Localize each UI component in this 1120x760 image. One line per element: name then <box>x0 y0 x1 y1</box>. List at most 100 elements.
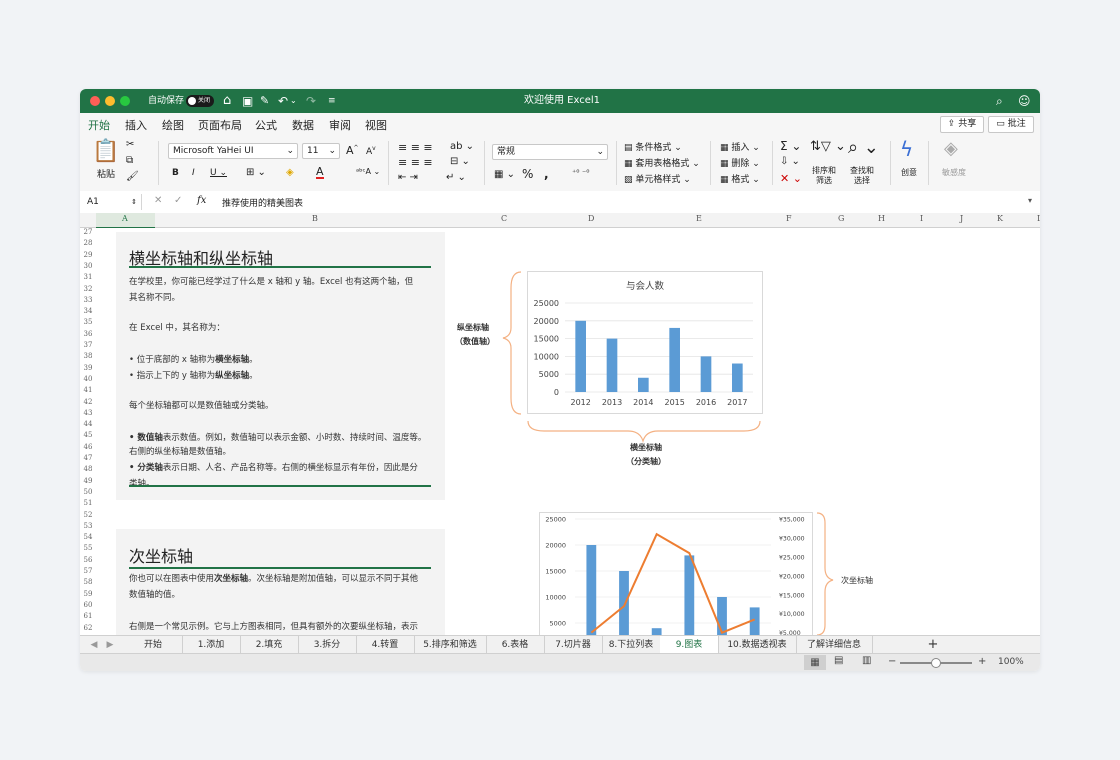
comma-icon[interactable]: , <box>544 167 549 181</box>
copy-icon[interactable]: ⧉ <box>126 155 133 166</box>
format-painter-icon[interactable]: 🖌 <box>126 171 139 182</box>
page-break-view-icon[interactable]: ▥ <box>862 655 871 666</box>
col-header[interactable]: E <box>696 214 702 223</box>
zoom-out-button[interactable]: − <box>888 656 896 667</box>
share-button[interactable]: ⇪ 共享 <box>940 116 984 133</box>
col-header[interactable]: A <box>122 214 128 223</box>
sheet-tab[interactable]: 10.数据透视表 <box>718 636 797 654</box>
font-name-select[interactable]: Microsoft YaHei UI ⌄ <box>168 143 298 159</box>
format-cells-button[interactable]: ▦ 格式 ⌄ <box>720 172 760 185</box>
secondary-axis-chart[interactable]: 500010000150002000025000¥5,000¥10,000¥15… <box>539 512 813 635</box>
col-header[interactable]: F <box>786 214 792 223</box>
tab-data[interactable]: 数据 <box>292 117 314 133</box>
align-top-icon[interactable]: ≡ ≡ ≡ <box>398 141 433 154</box>
autosave-toggle[interactable]: 关闭 <box>186 95 214 107</box>
fill-color-icon[interactable]: ◈ <box>286 167 294 178</box>
delete-cells-button[interactable]: ▦ 删除 ⌄ <box>720 156 760 169</box>
borders-icon[interactable]: ⊞ ⌄ <box>246 167 266 178</box>
col-header[interactable]: D <box>588 214 594 223</box>
zoom-window-button[interactable] <box>120 96 130 106</box>
sheet-tab[interactable]: 7.切片器 <box>544 636 603 654</box>
sheet-tab[interactable]: 1.添加 <box>182 636 241 654</box>
sort-filter-icon[interactable]: ⇅▽ ⌄ <box>810 139 846 154</box>
sheet-tab[interactable]: 2.填充 <box>240 636 299 654</box>
col-header[interactable]: K <box>997 214 1003 223</box>
tab-review[interactable]: 审阅 <box>329 117 351 133</box>
tab-formulas[interactable]: 公式 <box>255 117 277 133</box>
font-size-select[interactable]: 11 ⌄ <box>302 143 340 159</box>
wrap-text-icon[interactable]: ↵ ⌄ <box>446 172 466 183</box>
prev-sheet-icon[interactable]: ◀ <box>88 636 100 654</box>
zoom-in-button[interactable]: + <box>978 656 986 667</box>
undo-icon[interactable]: ↶ <box>278 89 288 113</box>
col-header[interactable]: L <box>1037 214 1040 223</box>
customize-toolbar-icon[interactable]: ≡ <box>328 89 336 113</box>
cut-icon[interactable]: ✂ <box>126 139 134 150</box>
col-header[interactable]: B <box>312 214 318 223</box>
sheet-tab[interactable]: 了解详细信息 <box>796 636 873 654</box>
tab-home[interactable]: 开始 <box>88 117 110 137</box>
italic-icon[interactable]: I <box>192 168 195 178</box>
name-box[interactable]: A1 ⇕ <box>84 194 142 210</box>
tab-insert[interactable]: 插入 <box>125 117 147 133</box>
decrease-font-icon[interactable]: Av <box>366 145 376 157</box>
underline-icon[interactable]: U ⌄ <box>210 168 227 178</box>
zoom-slider-thumb[interactable] <box>931 658 941 668</box>
tab-page-layout[interactable]: 页面布局 <box>198 117 242 133</box>
sheet-tab[interactable]: 6.表格 <box>486 636 545 654</box>
enter-icon[interactable]: ✓ <box>174 195 182 206</box>
ideas-icon[interactable]: ϟ <box>900 137 913 161</box>
zoom-level[interactable]: 100% <box>998 657 1024 667</box>
percent-icon[interactable]: % <box>522 167 533 181</box>
cancel-icon[interactable]: ✕ <box>154 195 162 206</box>
col-header[interactable]: J <box>960 214 963 223</box>
insert-function-icon[interactable]: fx <box>197 195 206 206</box>
font-color-icon[interactable]: A <box>316 166 324 179</box>
orientation-icon[interactable]: ab ⌄ <box>450 141 474 152</box>
next-sheet-icon[interactable]: ▶ <box>104 636 116 654</box>
conditional-format-button[interactable]: ▤ 条件格式 ⌄ <box>624 140 682 153</box>
attendance-chart[interactable]: 与会人数 0 5000 10000 15000 20000 25000 2012 2013 201… <box>527 271 763 414</box>
normal-view-icon[interactable]: ▦ <box>804 655 826 670</box>
close-window-button[interactable] <box>90 96 100 106</box>
sheet-tab[interactable]: 4.转置 <box>356 636 415 654</box>
page-layout-view-icon[interactable]: ▤ <box>834 655 843 666</box>
stepper-icon[interactable]: ⇕ <box>131 194 137 210</box>
add-sheet-button[interactable]: + <box>922 636 944 654</box>
autosum-icon[interactable]: Σ ⌄ <box>780 139 801 153</box>
merge-icon[interactable]: ⊟ ⌄ <box>450 156 470 167</box>
save-icon[interactable]: ▣ <box>242 89 253 113</box>
col-header[interactable]: H <box>878 214 885 223</box>
table-format-button[interactable]: ▦ 套用表格格式 ⌄ <box>624 156 700 169</box>
sheet-tab[interactable]: 3.拆分 <box>298 636 357 654</box>
comments-button[interactable]: ▭ 批注 <box>988 116 1034 133</box>
sensitivity-icon[interactable]: ◈ <box>944 138 958 159</box>
clear-icon[interactable]: ✕ ⌄ <box>780 172 802 185</box>
increase-font-icon[interactable]: A^ <box>346 144 359 157</box>
redo-icon[interactable]: ↷ <box>306 89 316 113</box>
col-header[interactable]: C <box>501 214 507 223</box>
col-header[interactable]: G <box>838 214 844 223</box>
sheet-tab[interactable]: 8.下拉列表 <box>602 636 661 654</box>
number-format-select[interactable]: 常规 ⌄ <box>492 144 608 160</box>
align-left-icon[interactable]: ≡ ≡ ≡ <box>398 156 433 169</box>
accounting-icon[interactable]: ▦ ⌄ <box>494 169 515 180</box>
expand-formula-icon[interactable]: ▾ <box>1028 196 1032 205</box>
phonetic-icon[interactable]: ᵃᵇᶜA ⌄ <box>356 167 380 176</box>
find-select-icon[interactable]: ⌕ ⌄ <box>848 137 879 158</box>
paste-icon[interactable]: 📋 <box>92 139 119 164</box>
undo-dropdown-icon[interactable]: ⌄ <box>290 89 297 113</box>
decimal-icon[interactable]: ⁺⁰ ⁻⁰ <box>572 168 589 177</box>
indent-icon[interactable]: ⇤ ⇥ <box>398 172 418 183</box>
bold-icon[interactable]: B <box>172 168 179 178</box>
fill-icon[interactable]: ⇩ ⌄ <box>780 156 800 167</box>
sheet-tab[interactable]: 开始 <box>124 636 183 654</box>
tab-view[interactable]: 视图 <box>365 117 387 133</box>
col-header[interactable]: I <box>920 214 923 223</box>
home-icon[interactable]: ⌂ <box>223 89 231 113</box>
search-icon[interactable]: ⌕ <box>996 89 1003 113</box>
feedback-smiley-icon[interactable]: ☺ <box>1018 89 1031 113</box>
formula-input[interactable]: 推荐使用的精美图表 <box>222 196 303 209</box>
worksheet-grid[interactable]: 27 28 29 30 31 32 33 34 35 36 37 38 39 40 41 42 43 44 45 46… <box>80 228 1040 635</box>
minimize-window-button[interactable] <box>105 96 115 106</box>
